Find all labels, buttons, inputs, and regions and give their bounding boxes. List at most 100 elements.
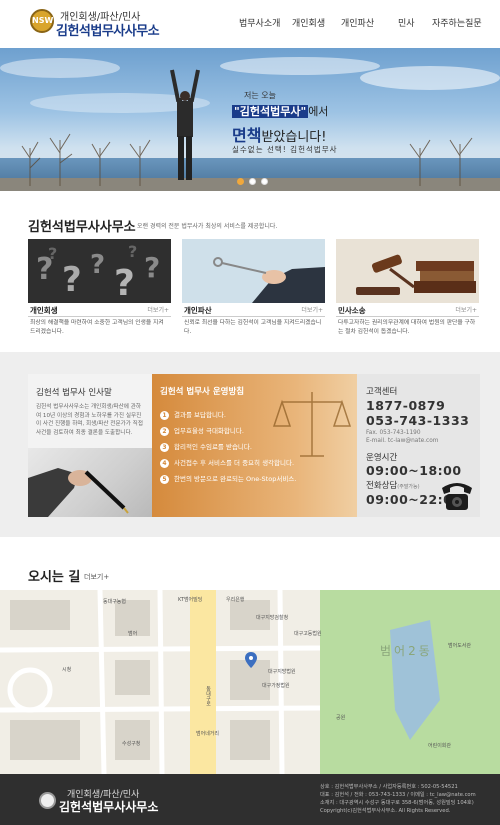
- map-district-label: 범어2동: [380, 644, 433, 658]
- service-card-bankruptcy[interactable]: 개인파산 더보기+ 신뢰로 최선을 다하는 김헌석이 고객님을 지켜드리겠습니다…: [182, 239, 325, 335]
- service-card-rehabilitation[interactable]: ?? ?? ?? ? 개인회생 더보기+ 최상의 해결책을 마련하여 소중한 고…: [28, 239, 171, 335]
- map-label: 동대구농협: [103, 599, 127, 605]
- nav-item-about[interactable]: 법무사소개: [239, 16, 280, 29]
- contact-phone-2[interactable]: 053-743-1333: [366, 413, 469, 428]
- card-divider: [28, 316, 171, 317]
- card-more-link[interactable]: 더보기+: [455, 305, 477, 314]
- card-title: 개인회생: [30, 306, 58, 315]
- footer-logo-title: 김헌석법무사사무소: [59, 800, 159, 814]
- location-map[interactable]: 동대구농협 KT범어빌딩 우리은행 대구지방검찰청 범어 대구고등법원 대구지방…: [0, 590, 500, 774]
- question-marks-image: ?? ?? ?? ?: [28, 239, 171, 304]
- service-card-civil[interactable]: 민사소송 더보기+ 다투고자하는 권리의무관계에 대하여 법원의 판단을 구하는…: [336, 239, 479, 335]
- phone-consult-title: 전화상담(주말가능): [366, 479, 420, 491]
- card-title: 민사소송: [338, 306, 366, 315]
- svg-text:?: ?: [114, 263, 135, 303]
- map-label: 어린이회관: [428, 743, 452, 749]
- policy-number-icon: 2: [160, 427, 169, 436]
- policy-title: 김헌석 법무사 운영방침: [160, 387, 245, 397]
- svg-text:?: ?: [48, 244, 57, 263]
- map-label: 대구지방법원: [268, 669, 296, 675]
- policy-number-icon: 3: [160, 443, 169, 452]
- map-label: 동대구로: [205, 686, 211, 706]
- footer-info-line: 대표 : 김헌석 / 전화 : 053-743-1333 / 이메일 : tc_…: [320, 792, 476, 798]
- nav-item-civil[interactable]: 민사: [398, 16, 415, 29]
- hero-tagline: 실수없는 선택! 김헌석법무사: [232, 145, 338, 154]
- map-pin-icon[interactable]: [245, 652, 257, 668]
- logo-title[interactable]: 김헌석법무사사무소: [56, 20, 160, 39]
- phone-consult-label: 전화상담: [366, 481, 398, 491]
- nav-item-rehabilitation[interactable]: 개인회생: [292, 16, 325, 29]
- hero-bold-word: 면책: [232, 126, 262, 145]
- pen-hand-illustration: [28, 468, 129, 517]
- footer-logo-seal-icon: [39, 792, 56, 809]
- greeting-text: 김헌석 법무사사무소는 개인회생/파산에 관하여 10년 이상의 경험과 노하우…: [36, 404, 143, 436]
- svg-text:?: ?: [62, 260, 82, 300]
- map-label: KT범어빌딩: [178, 597, 203, 603]
- contact-fax: Fax. 053-743-1190: [366, 430, 421, 436]
- policy-item-text: 사건접수 후 서비스를 더 중요히 생각합니다.: [174, 459, 295, 467]
- card-divider: [182, 316, 325, 317]
- map-label: 대구고등법원: [294, 631, 322, 637]
- map-label: 시청: [62, 667, 72, 673]
- hours-title: 운영시간: [366, 453, 398, 463]
- slider-dot-1[interactable]: [237, 178, 244, 185]
- greeting-title: 김헌석 법무사 인사말: [36, 388, 112, 398]
- hero-headline-1-suffix: 에서: [308, 105, 329, 118]
- svg-text:?: ?: [90, 250, 105, 280]
- policy-number-icon: 5: [160, 475, 169, 484]
- svg-text:?: ?: [128, 242, 137, 261]
- map-label: 범어: [128, 631, 138, 637]
- policy-item-text: 합리적인 수임료를 받습니다.: [174, 443, 252, 451]
- scales-of-justice-icon: [272, 392, 352, 457]
- hero-headline-1: "김헌석법무사" 에서: [232, 103, 328, 119]
- hero-banner: 저는 오늘 "김헌석법무사" 에서 면책받았습니다! 실수없는 선택! 김헌석법무…: [0, 48, 500, 191]
- telephone-icon: [442, 483, 472, 510]
- hero-caption-small: 저는 오늘: [244, 91, 276, 100]
- footer-copyright: Copyright(c)김헌석법무사사무소. All Rights Reserv…: [320, 808, 451, 814]
- slider-dot-2[interactable]: [249, 178, 256, 185]
- hero-person-image: [170, 69, 200, 180]
- nav-item-faq[interactable]: 자주하는질문: [432, 16, 482, 29]
- gavel-books-image: [336, 239, 479, 303]
- hero-headline-2-rest: 받았습니다!: [261, 130, 327, 145]
- hero-headline-2: 면책받았습니다!: [232, 122, 326, 146]
- policy-item-2: 2 업무효율성 극대화합니다.: [160, 425, 244, 436]
- footer-info-line: 상호 : 김헌석법무사사무소 / 사업자등록번호 : 502-05-54521: [320, 784, 458, 790]
- hero-highlight: "김헌석법무사": [232, 105, 309, 118]
- policy-item-text: 결과를 보답합니다.: [174, 411, 226, 419]
- map-label: 우리은행: [226, 597, 245, 603]
- pen-writing-image: [28, 448, 152, 517]
- card-desc: 최상의 해결책을 마련하여 소중한 고객님의 인생을 지켜드리겠습니다.: [30, 320, 164, 335]
- policy-number-icon: 4: [160, 459, 169, 468]
- slider-dot-3[interactable]: [261, 178, 268, 185]
- hours-value: 09:00~18:00: [366, 463, 462, 478]
- location-title: 오시는 길: [28, 570, 81, 585]
- map-label: 범어도서관: [448, 643, 472, 649]
- card-more-link[interactable]: 더보기+: [147, 305, 169, 314]
- footer-info-line: 소재지 : 대구광역시 수성구 동대구로 358-6(범어동, 성원빌딩 104…: [320, 800, 474, 806]
- map-label: 범어네거리: [196, 731, 220, 737]
- policy-number-icon: 1: [160, 411, 169, 420]
- map-label: 수성구청: [122, 741, 141, 747]
- logo-seal-icon[interactable]: NSW: [30, 9, 54, 33]
- nav-item-bankruptcy[interactable]: 개인파산: [341, 16, 374, 29]
- card-divider: [336, 316, 479, 317]
- policy-item-3: 3 합리적인 수임료를 받습니다.: [160, 441, 252, 452]
- contact-email[interactable]: E-mail. tc-law@nate.com: [366, 438, 438, 444]
- card-title: 개인파산: [184, 306, 212, 315]
- policy-item-5: 5 한번의 방문으로 완료되는 One-Stop서비스.: [160, 473, 296, 484]
- contact-phone-1[interactable]: 1877-0879: [366, 398, 445, 413]
- firm-section-desc: 오랜 경력의 전문 법무사가 최상의 서비스를 제공합니다.: [137, 223, 278, 230]
- card-more-link[interactable]: 더보기+: [301, 305, 323, 314]
- map-graphic: [0, 590, 500, 774]
- policy-item-1: 1 결과를 보답합니다.: [160, 409, 226, 420]
- map-label: 대구지방검찰청: [256, 615, 289, 621]
- firm-section-title: 김헌석법무사사무소: [28, 220, 136, 235]
- map-label: 공원: [336, 715, 346, 721]
- card-desc: 신뢰로 최선을 다하는 김헌석이 고객님을 지켜드리겠습니다.: [184, 320, 322, 335]
- map-label: 대구가정법원: [262, 683, 290, 689]
- policy-item-text: 한번의 방문으로 완료되는 One-Stop서비스.: [174, 475, 297, 483]
- location-more-link[interactable]: 더보기+: [84, 572, 109, 582]
- card-desc: 다투고자하는 권리의무관계에 대하여 법원의 판단을 구하는 절차 김헌석이 돕…: [338, 320, 476, 335]
- policy-item-4: 4 사건접수 후 서비스를 더 중요히 생각합니다.: [160, 457, 294, 468]
